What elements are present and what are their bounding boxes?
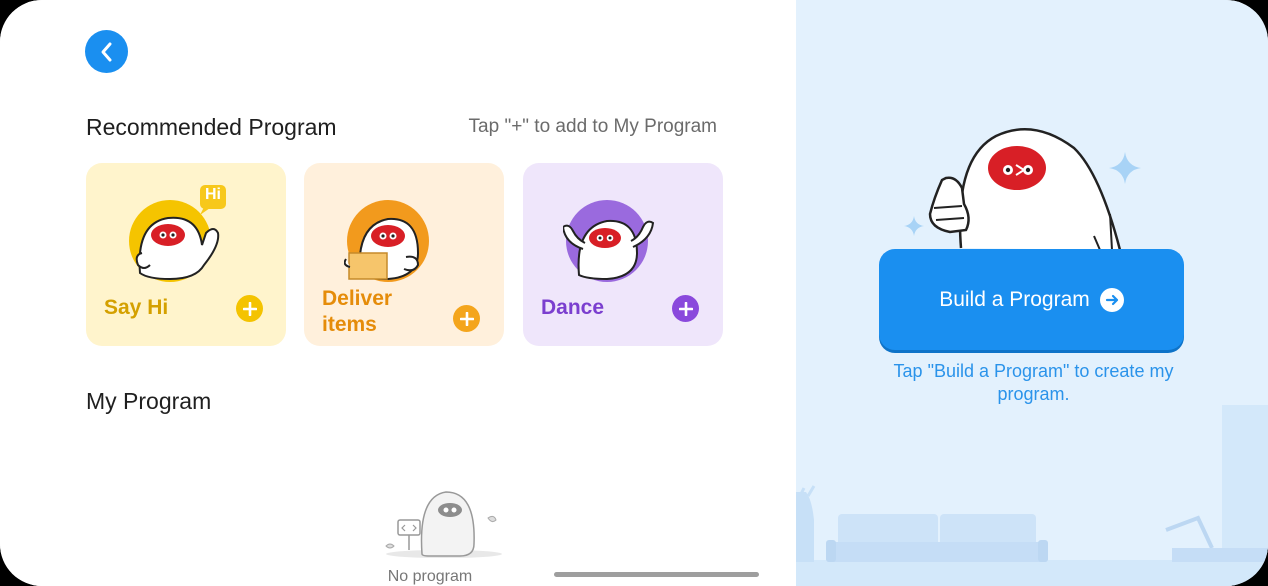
add-dance-button[interactable] <box>672 295 699 322</box>
arrow-right-circle-icon <box>1099 287 1124 312</box>
empty-state-illustration <box>380 484 505 574</box>
card-label-say-hi: Say Hi <box>104 296 169 319</box>
chevron-left-icon <box>101 42 111 61</box>
card-label-deliver-items: Deliver items <box>322 286 392 338</box>
build-program-hint: Tap "Build a Program" to create my progr… <box>893 361 1174 404</box>
recommended-hint: Tap "+" to add to My Program <box>468 116 717 137</box>
plus-icon <box>242 301 257 316</box>
sparkle-icon <box>1109 152 1141 184</box>
program-card-deliver-items[interactable]: Deliver items <box>304 163 504 346</box>
sparkle-small-icon <box>904 216 924 236</box>
deliver-items-illustration <box>343 183 454 283</box>
room-background-illustration <box>796 405 1268 586</box>
program-card-dance[interactable]: Dance <box>523 163 723 346</box>
home-indicator[interactable] <box>554 572 759 577</box>
mascot-thumbs-up-illustration <box>928 128 1122 251</box>
hi-speech-bubble: Hi <box>205 186 221 203</box>
build-program-button[interactable]: Build a Program <box>879 249 1184 350</box>
card-label-deliver-line1: Deliver <box>322 287 393 310</box>
plus-icon <box>459 311 474 326</box>
card-label-dance: Dance <box>541 296 605 319</box>
say-hi-illustration: Hi <box>126 183 236 283</box>
back-button[interactable] <box>85 30 128 73</box>
app-screen: Recommended Program Tap "+" to add to My… <box>0 0 1268 586</box>
dance-illustration <box>561 183 673 283</box>
plus-icon <box>678 301 693 316</box>
empty-state-text: No program <box>387 568 473 585</box>
recommended-title: Recommended Program <box>86 114 337 140</box>
right-pane: Build a Program Tap "Build a Program" to… <box>796 0 1268 586</box>
left-pane: Recommended Program Tap "+" to add to My… <box>0 0 796 586</box>
add-say-hi-button[interactable] <box>236 295 263 322</box>
my-program-title: My Program <box>86 388 212 414</box>
card-label-deliver-line2: items <box>322 313 377 336</box>
program-card-say-hi[interactable]: Hi Say Hi <box>86 163 286 346</box>
build-program-label: Build a Program <box>939 287 1090 311</box>
add-deliver-items-button[interactable] <box>453 305 480 332</box>
